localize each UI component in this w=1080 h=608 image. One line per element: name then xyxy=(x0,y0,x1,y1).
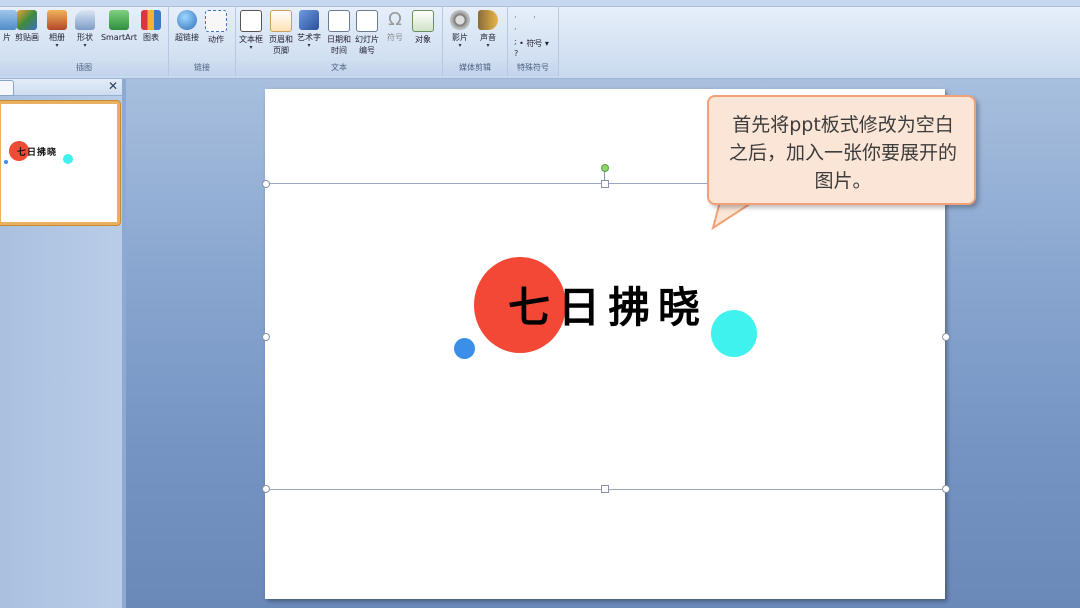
group-illustrations: 片 剪贴画 相册 ▾ 形状 ▾ SmartArt 图表 插图 xyxy=(0,6,169,76)
shapes-label: 形状 xyxy=(77,33,93,42)
close-icon[interactable]: ✕ xyxy=(108,79,118,93)
dropdown-arrow-icon: ▾ xyxy=(55,42,59,49)
group-links: 超链接 动作 链接 xyxy=(169,6,236,76)
wordart-button[interactable]: 艺术字 ▾ xyxy=(294,8,324,49)
group-media: 影片 ▾ 声音 ▾ 媒体剪辑 xyxy=(443,6,508,76)
slides-pane-header: ✕ xyxy=(0,79,122,96)
wordart-label: 艺术字 xyxy=(297,33,321,42)
clipart-icon xyxy=(17,10,37,30)
dropdown-arrow-icon: ▾ xyxy=(307,42,311,49)
dropdown-arrow-icon: ▾ xyxy=(249,44,253,51)
wordart-icon xyxy=(299,10,319,30)
datetime-button[interactable]: 日期和时间 xyxy=(324,8,354,56)
resize-handle[interactable] xyxy=(262,485,270,493)
slide-number-icon xyxy=(356,10,378,32)
shapes-icon xyxy=(75,10,95,30)
rotation-handle[interactable] xyxy=(601,164,609,172)
textbox-button[interactable]: 文本框 ▾ xyxy=(236,8,266,51)
thumbnail-title: 七日拂晓 xyxy=(17,148,58,158)
thumbnail-blue-circle xyxy=(4,160,8,164)
group-text: 文本框 ▾ 页眉和页脚 艺术字 ▾ 日期和时间 幻灯片编号 Ω 符号 对象 文本 xyxy=(236,6,443,76)
special-symbol-label: 符号 xyxy=(526,39,543,48)
special-symbol-icon: • xyxy=(519,39,524,48)
action-icon xyxy=(205,10,227,32)
selected-placeholder-box[interactable] xyxy=(265,183,945,490)
smartart-button[interactable]: SmartArt xyxy=(100,8,138,43)
resize-handle[interactable] xyxy=(262,180,270,188)
callout-box: 首先将ppt板式修改为空白之后，加入一张你要展开的图片。 xyxy=(707,95,976,205)
header-footer-button[interactable]: 页眉和页脚 xyxy=(266,8,296,56)
header-footer-icon xyxy=(270,10,292,32)
object-icon xyxy=(412,10,434,32)
album-icon xyxy=(47,10,67,30)
cyan-circle[interactable] xyxy=(711,310,757,357)
special-symbol-grid[interactable]: · · ·; : ? xyxy=(514,12,554,60)
datetime-label: 日期和时间 xyxy=(327,35,351,55)
header-footer-label: 页眉和页脚 xyxy=(269,35,293,55)
special-symbol-button[interactable]: • 符号 ▾ xyxy=(514,38,554,49)
hyperlink-label: 超链接 xyxy=(175,33,199,42)
slides-tab[interactable] xyxy=(0,80,14,96)
album-label: 相册 xyxy=(49,33,65,42)
slide-number-button[interactable]: 幻灯片编号 xyxy=(352,8,382,56)
hyperlink-icon xyxy=(177,10,197,30)
sound-label: 声音 xyxy=(480,33,496,42)
omega-icon: Ω xyxy=(388,9,402,30)
chart-icon xyxy=(141,10,161,30)
chart-button[interactable]: 图表 xyxy=(136,8,166,43)
symbol-button[interactable]: Ω 符号 xyxy=(380,8,410,43)
smartart-icon xyxy=(109,10,129,30)
dropdown-arrow-icon: ▾ xyxy=(458,42,462,49)
group-label-links: 链接 xyxy=(169,62,235,76)
movie-button[interactable]: 影片 ▾ xyxy=(445,8,475,49)
clipart-button[interactable]: 剪贴画 xyxy=(12,8,42,43)
callout-text: 首先将ppt板式修改为空白之后，加入一张你要展开的图片。 xyxy=(728,114,957,192)
resize-handle[interactable] xyxy=(942,333,950,341)
object-label: 对象 xyxy=(415,35,431,44)
resize-handle[interactable] xyxy=(601,485,609,493)
slide-number-label: 幻灯片编号 xyxy=(355,35,379,55)
group-label-media: 媒体剪辑 xyxy=(443,62,507,76)
resize-handle[interactable] xyxy=(262,333,270,341)
movie-icon xyxy=(450,10,470,30)
dropdown-arrow-icon: ▾ xyxy=(83,42,87,49)
dropdown-arrow-icon: ▾ xyxy=(486,42,490,49)
speaker-icon xyxy=(478,10,498,30)
shapes-button[interactable]: 形状 ▾ xyxy=(70,8,100,49)
datetime-icon xyxy=(328,10,350,32)
action-label: 动作 xyxy=(208,35,224,44)
group-label-illustrations: 插图 xyxy=(0,62,168,76)
blue-circle[interactable] xyxy=(454,338,475,359)
group-label-special-symbols: 特殊符号 xyxy=(508,62,558,76)
textbox-icon xyxy=(240,10,262,32)
picture-label: 片 xyxy=(3,33,11,42)
dropdown-arrow-icon: ▾ xyxy=(544,39,549,48)
ribbon: 片 剪贴画 相册 ▾ 形状 ▾ SmartArt 图表 插图 超链接 动作 链接… xyxy=(0,0,1080,79)
resize-handle[interactable] xyxy=(601,180,609,188)
clipart-label: 剪贴画 xyxy=(15,33,39,42)
movie-label: 影片 xyxy=(452,33,468,42)
resize-handle[interactable] xyxy=(942,485,950,493)
slides-pane: ✕ 七日拂晓 xyxy=(0,79,122,608)
textbox-label: 文本框 xyxy=(239,35,263,44)
album-button[interactable]: 相册 ▾ xyxy=(42,8,72,49)
symbol-label: 符号 xyxy=(387,33,403,42)
thumbnail-cyan-circle xyxy=(63,154,73,164)
slide-title[interactable]: 七日拂晓 xyxy=(508,282,708,334)
group-label-text: 文本 xyxy=(236,62,442,76)
sound-button[interactable]: 声音 ▾ xyxy=(473,8,503,49)
slide-thumbnail[interactable]: 七日拂晓 xyxy=(0,101,120,225)
object-button[interactable]: 对象 xyxy=(408,8,438,45)
smartart-label: SmartArt xyxy=(100,33,138,42)
action-button[interactable]: 动作 xyxy=(201,8,231,45)
group-special-symbols: · · ·; : ? • 符号 ▾ 特殊符号 xyxy=(508,6,559,76)
chart-label: 图表 xyxy=(143,33,159,42)
hyperlink-button[interactable]: 超链接 xyxy=(172,8,202,43)
